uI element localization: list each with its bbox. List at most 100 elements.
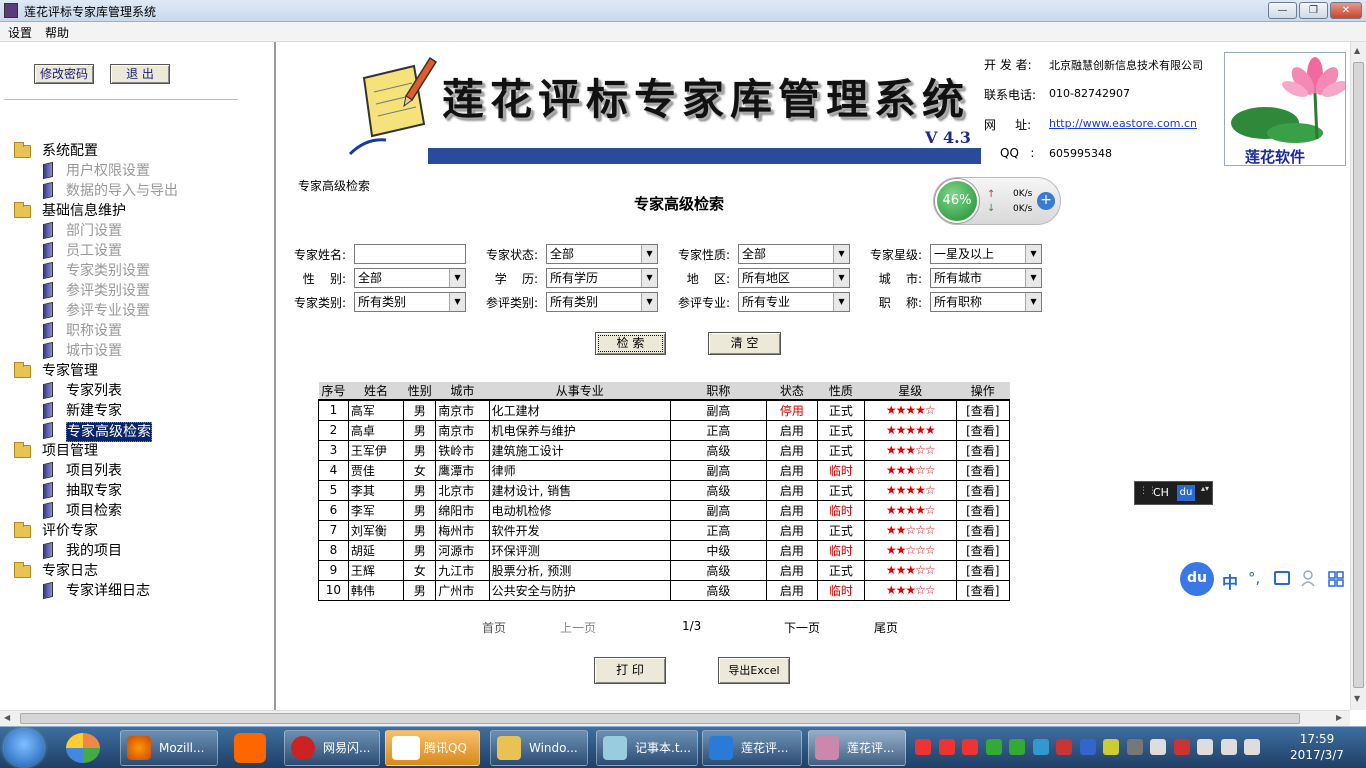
change-password-button[interactable]: 修改密码: [34, 64, 94, 84]
punctuation-icon[interactable]: °,: [1248, 569, 1260, 587]
restore-button[interactable]: ❐: [1299, 2, 1328, 19]
scroll-up-icon[interactable]: ▲: [1354, 46, 1360, 55]
taskbar-lotus-1[interactable]: 莲花评...: [702, 730, 802, 766]
view-link[interactable]: [查看]: [955, 579, 1011, 601]
nav-item-2-0[interactable]: 专家列表: [66, 382, 122, 400]
horizontal-scrollbar[interactable]: ◀ ▶: [0, 710, 1350, 726]
cube-icon[interactable]: [1032, 739, 1049, 755]
print-button[interactable]: 打 印: [594, 657, 666, 684]
nav-item-0-1[interactable]: 数据的导入与导出: [66, 182, 178, 200]
field-select-5[interactable]: 所有学历 ▼: [546, 268, 658, 288]
nav-group-0[interactable]: 系统配置: [42, 142, 98, 160]
first-page-link[interactable]: 首页: [482, 619, 506, 636]
view-link[interactable]: [查看]: [955, 539, 1011, 561]
nav-item-1-3[interactable]: 参评类别设置: [66, 282, 150, 300]
ime-mode-chinese[interactable]: 中: [1222, 569, 1238, 593]
volume-icon[interactable]: [1244, 739, 1260, 755]
nav-group-5[interactable]: 专家日志: [42, 562, 98, 580]
plus-tray-icon[interactable]: [1103, 739, 1119, 755]
taskbar-qq[interactable]: 腾讯QQ: [385, 730, 480, 766]
view-link[interactable]: [查看]: [955, 419, 1011, 441]
taskbar-notepad[interactable]: 记事本.t...: [596, 730, 698, 766]
flower-icon[interactable]: [1173, 739, 1190, 755]
search-button[interactable]: 检 索: [595, 332, 666, 355]
chevron-down-icon[interactable]: ▼: [641, 293, 657, 311]
ime-options-icon[interactable]: ▴▾: [1201, 484, 1209, 493]
chevron-down-icon[interactable]: ▼: [1025, 269, 1041, 287]
field-select-1[interactable]: 全部 ▼: [546, 244, 658, 264]
field-select-11[interactable]: 所有职称 ▼: [930, 292, 1042, 312]
view-link[interactable]: [查看]: [955, 439, 1011, 461]
nav-item-5-0[interactable]: 专家详细日志: [66, 582, 150, 600]
field-select-2[interactable]: 全部 ▼: [738, 244, 850, 264]
last-page-link[interactable]: 尾页: [874, 619, 898, 636]
taskbar-firefox[interactable]: Mozill...: [120, 730, 218, 766]
field-select-8[interactable]: 所有类别 ▼: [354, 292, 466, 312]
nav-item-3-2[interactable]: 项目检索: [66, 502, 122, 520]
chevron-down-icon[interactable]: ▼: [449, 269, 465, 287]
view-link[interactable]: [查看]: [955, 559, 1011, 581]
netease-tray-icon[interactable]: [1056, 739, 1072, 755]
nav-item-3-0[interactable]: 项目列表: [66, 462, 122, 480]
nav-item-3-1[interactable]: 抽取专家: [66, 482, 122, 500]
nav-group-3[interactable]: 项目管理: [42, 442, 98, 460]
vertical-scrollbar[interactable]: ▲ ▼: [1350, 42, 1366, 710]
scroll-left-icon[interactable]: ◀: [4, 713, 10, 722]
field-select-6[interactable]: 所有地区 ▼: [738, 268, 850, 288]
start-button[interactable]: [4, 729, 44, 767]
nav-group-2[interactable]: 专家管理: [42, 362, 98, 380]
vertical-scroll-thumb[interactable]: [1353, 62, 1364, 688]
nav-item-1-2[interactable]: 专家类别设置: [66, 262, 150, 280]
chevron-down-icon[interactable]: ▼: [641, 269, 657, 287]
view-link[interactable]: [查看]: [955, 519, 1011, 541]
chevron-down-icon[interactable]: ▼: [833, 269, 849, 287]
view-link[interactable]: [查看]: [955, 459, 1011, 481]
field-select-10[interactable]: 所有专业 ▼: [738, 292, 850, 312]
view-link[interactable]: [查看]: [955, 479, 1011, 501]
nav-group-4[interactable]: 评价专家: [42, 522, 98, 540]
minimize-button[interactable]: —: [1268, 2, 1297, 19]
horizontal-scroll-thumb[interactable]: [20, 713, 1300, 724]
clock[interactable]: 17:59 2017/3/7: [1285, 731, 1349, 763]
ime-language[interactable]: CH: [1153, 486, 1169, 499]
export-excel-button[interactable]: 导出Excel: [718, 657, 790, 684]
nav-item-0-0[interactable]: 用户权限设置: [66, 162, 150, 180]
nav-item-2-1[interactable]: 新建专家: [66, 402, 122, 420]
chevron-down-icon[interactable]: ▼: [1025, 245, 1041, 263]
grid-menu-icon[interactable]: [1328, 571, 1344, 587]
nav-item-1-0[interactable]: 部门设置: [66, 222, 122, 240]
shield-icon-2[interactable]: [1009, 739, 1025, 755]
chevron-down-icon[interactable]: ▼: [1025, 293, 1041, 311]
uc-browser-icon[interactable]: [234, 733, 266, 763]
baidu-ime-logo[interactable]: du: [1180, 562, 1214, 596]
nav-group-1[interactable]: 基础信息维护: [42, 202, 126, 220]
field-select-9[interactable]: 所有类别 ▼: [546, 292, 658, 312]
ime-toolbar[interactable]: ⋮⋮ CH du ▴▾: [1134, 481, 1213, 505]
phone-icon[interactable]: [1197, 739, 1213, 755]
scroll-right-icon[interactable]: ▶: [1336, 713, 1342, 722]
nav-item-2-2[interactable]: 专家高级检索: [66, 422, 152, 442]
clear-button[interactable]: 清 空: [708, 332, 781, 355]
view-link[interactable]: [查看]: [955, 399, 1011, 421]
nav-item-4-0[interactable]: 我的项目: [66, 542, 122, 560]
chevron-down-icon[interactable]: ▼: [833, 293, 849, 311]
shield-icon[interactable]: [985, 739, 1002, 755]
logout-button[interactable]: 退 出: [110, 64, 170, 84]
qq-tray-icon-3[interactable]: [962, 739, 978, 755]
next-page-link[interactable]: 下一页: [784, 619, 820, 636]
taskbar-lotus-2[interactable]: 莲花评...: [808, 730, 906, 766]
taskbar-netease[interactable]: 网易闪...: [284, 730, 380, 766]
scroll-down-icon[interactable]: ▼: [1354, 694, 1360, 703]
bluetooth-icon[interactable]: [1079, 739, 1096, 755]
chevron-down-icon[interactable]: ▼: [449, 293, 465, 311]
taskbar-explorer[interactable]: Windo...: [490, 730, 588, 766]
eye-icon[interactable]: [1126, 739, 1143, 755]
prev-page-link[interactable]: 上一页: [560, 619, 596, 636]
chevron-down-icon[interactable]: ▼: [833, 245, 849, 263]
device-icon[interactable]: [1150, 739, 1166, 755]
field-select-3[interactable]: 一星及以上 ▼: [930, 244, 1042, 264]
field-select-7[interactable]: 所有城市 ▼: [930, 268, 1042, 288]
keyboard-icon[interactable]: [1274, 571, 1290, 585]
photo-app-icon[interactable]: [66, 733, 100, 763]
view-link[interactable]: [查看]: [955, 499, 1011, 521]
